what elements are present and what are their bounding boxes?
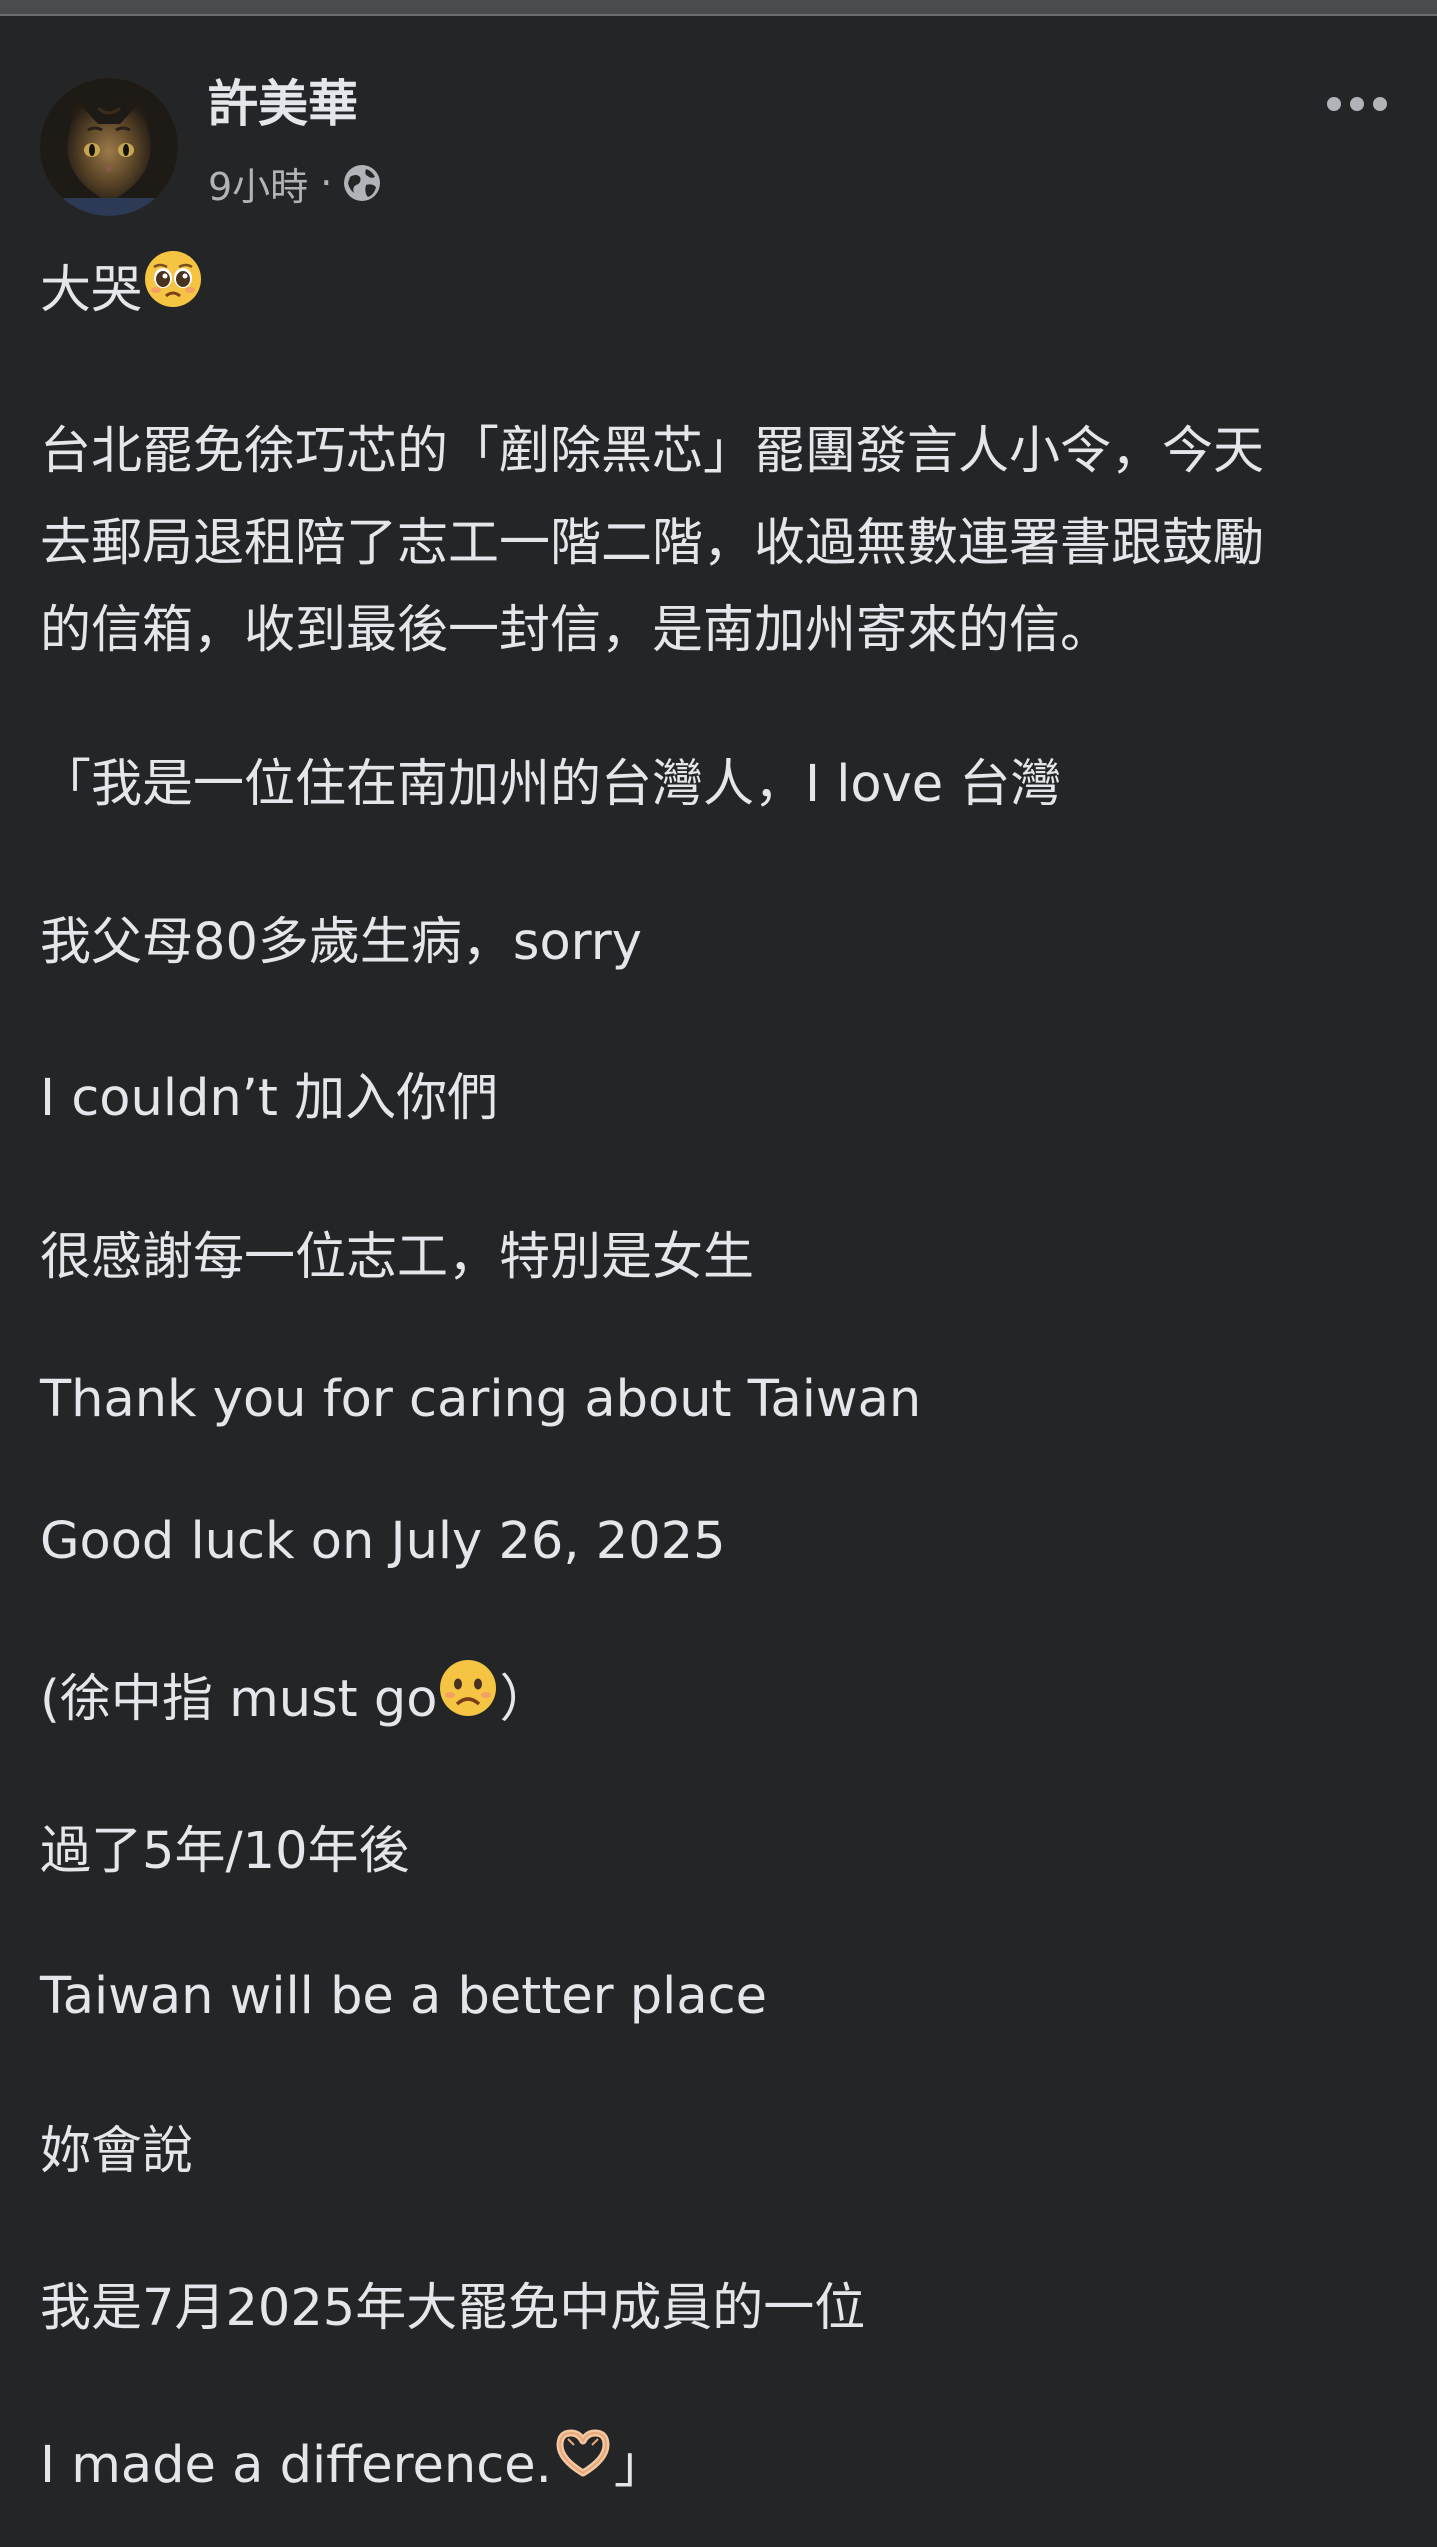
post-meta: 9小時 · (208, 159, 382, 209)
more-dot (1373, 97, 1387, 111)
post-line: 台北罷免徐巧芯的「剷除黑芯」罷團發言人小令，今天 (40, 422, 1265, 481)
post-card: 許美華 9小時 · 大哭 台北罷免徐巧芯的「剷除黑芯」罷團發言人小令，今天 去郵… (0, 16, 1437, 2547)
post-line: 我父母80多歲生病，sorry (40, 913, 642, 972)
cat-photo-icon (40, 78, 178, 216)
post-line: 大哭 (40, 251, 204, 334)
globe-icon (342, 163, 382, 203)
post-line: I made a difference. 」 (40, 2427, 665, 2509)
heart-hands-emoji (552, 2423, 614, 2505)
post-line: 我是7月2025年大罷免中成員的一位 (40, 2279, 866, 2338)
post-text: ） (499, 1670, 551, 1729)
post-text: I made a difference. (40, 2436, 552, 2495)
more-options-button[interactable] (1317, 84, 1397, 124)
post-line: 很感謝每一位志工，特別是女生 (40, 1228, 755, 1287)
post-time[interactable]: 9小時 (208, 156, 308, 211)
post-text: 」 (613, 2436, 665, 2495)
post-line: 妳會說 (40, 2122, 194, 2181)
pleading-face-emoji (142, 248, 204, 330)
post-line: Thank you for caring about Taiwan (40, 1370, 922, 1429)
meta-separator: · (320, 161, 333, 205)
post-text: (徐中指 must go (40, 1670, 438, 1729)
post-line: 「我是一位住在南加州的台灣人，I love 台灣 (40, 755, 1062, 814)
post-line: Taiwan will be a better place (40, 1967, 767, 2026)
frowning-face-emoji (437, 1657, 499, 1739)
post-line: Good luck on July 26, 2025 (40, 1512, 726, 1571)
post-line: 過了5年/10年後 (40, 1822, 410, 1881)
post-line: 去郵局退租陪了志工一階二階，收過無數連署書跟鼓勵 (40, 514, 1265, 573)
post-line: I couldn’t 加入你們 (40, 1069, 499, 1128)
status-bar (0, 0, 1437, 14)
more-dot (1350, 97, 1364, 111)
more-dots-icon (1327, 97, 1341, 111)
avatar[interactable] (40, 78, 178, 216)
post-text: 大哭 (40, 261, 143, 320)
author-name[interactable]: 許美華 (208, 74, 358, 134)
post-header: 許美華 9小時 · (40, 64, 1397, 216)
post-line: 的信箱，收到最後一封信，是南加州寄來的信。 (40, 601, 1112, 660)
post-line: (徐中指 must go ） (40, 1660, 551, 1743)
